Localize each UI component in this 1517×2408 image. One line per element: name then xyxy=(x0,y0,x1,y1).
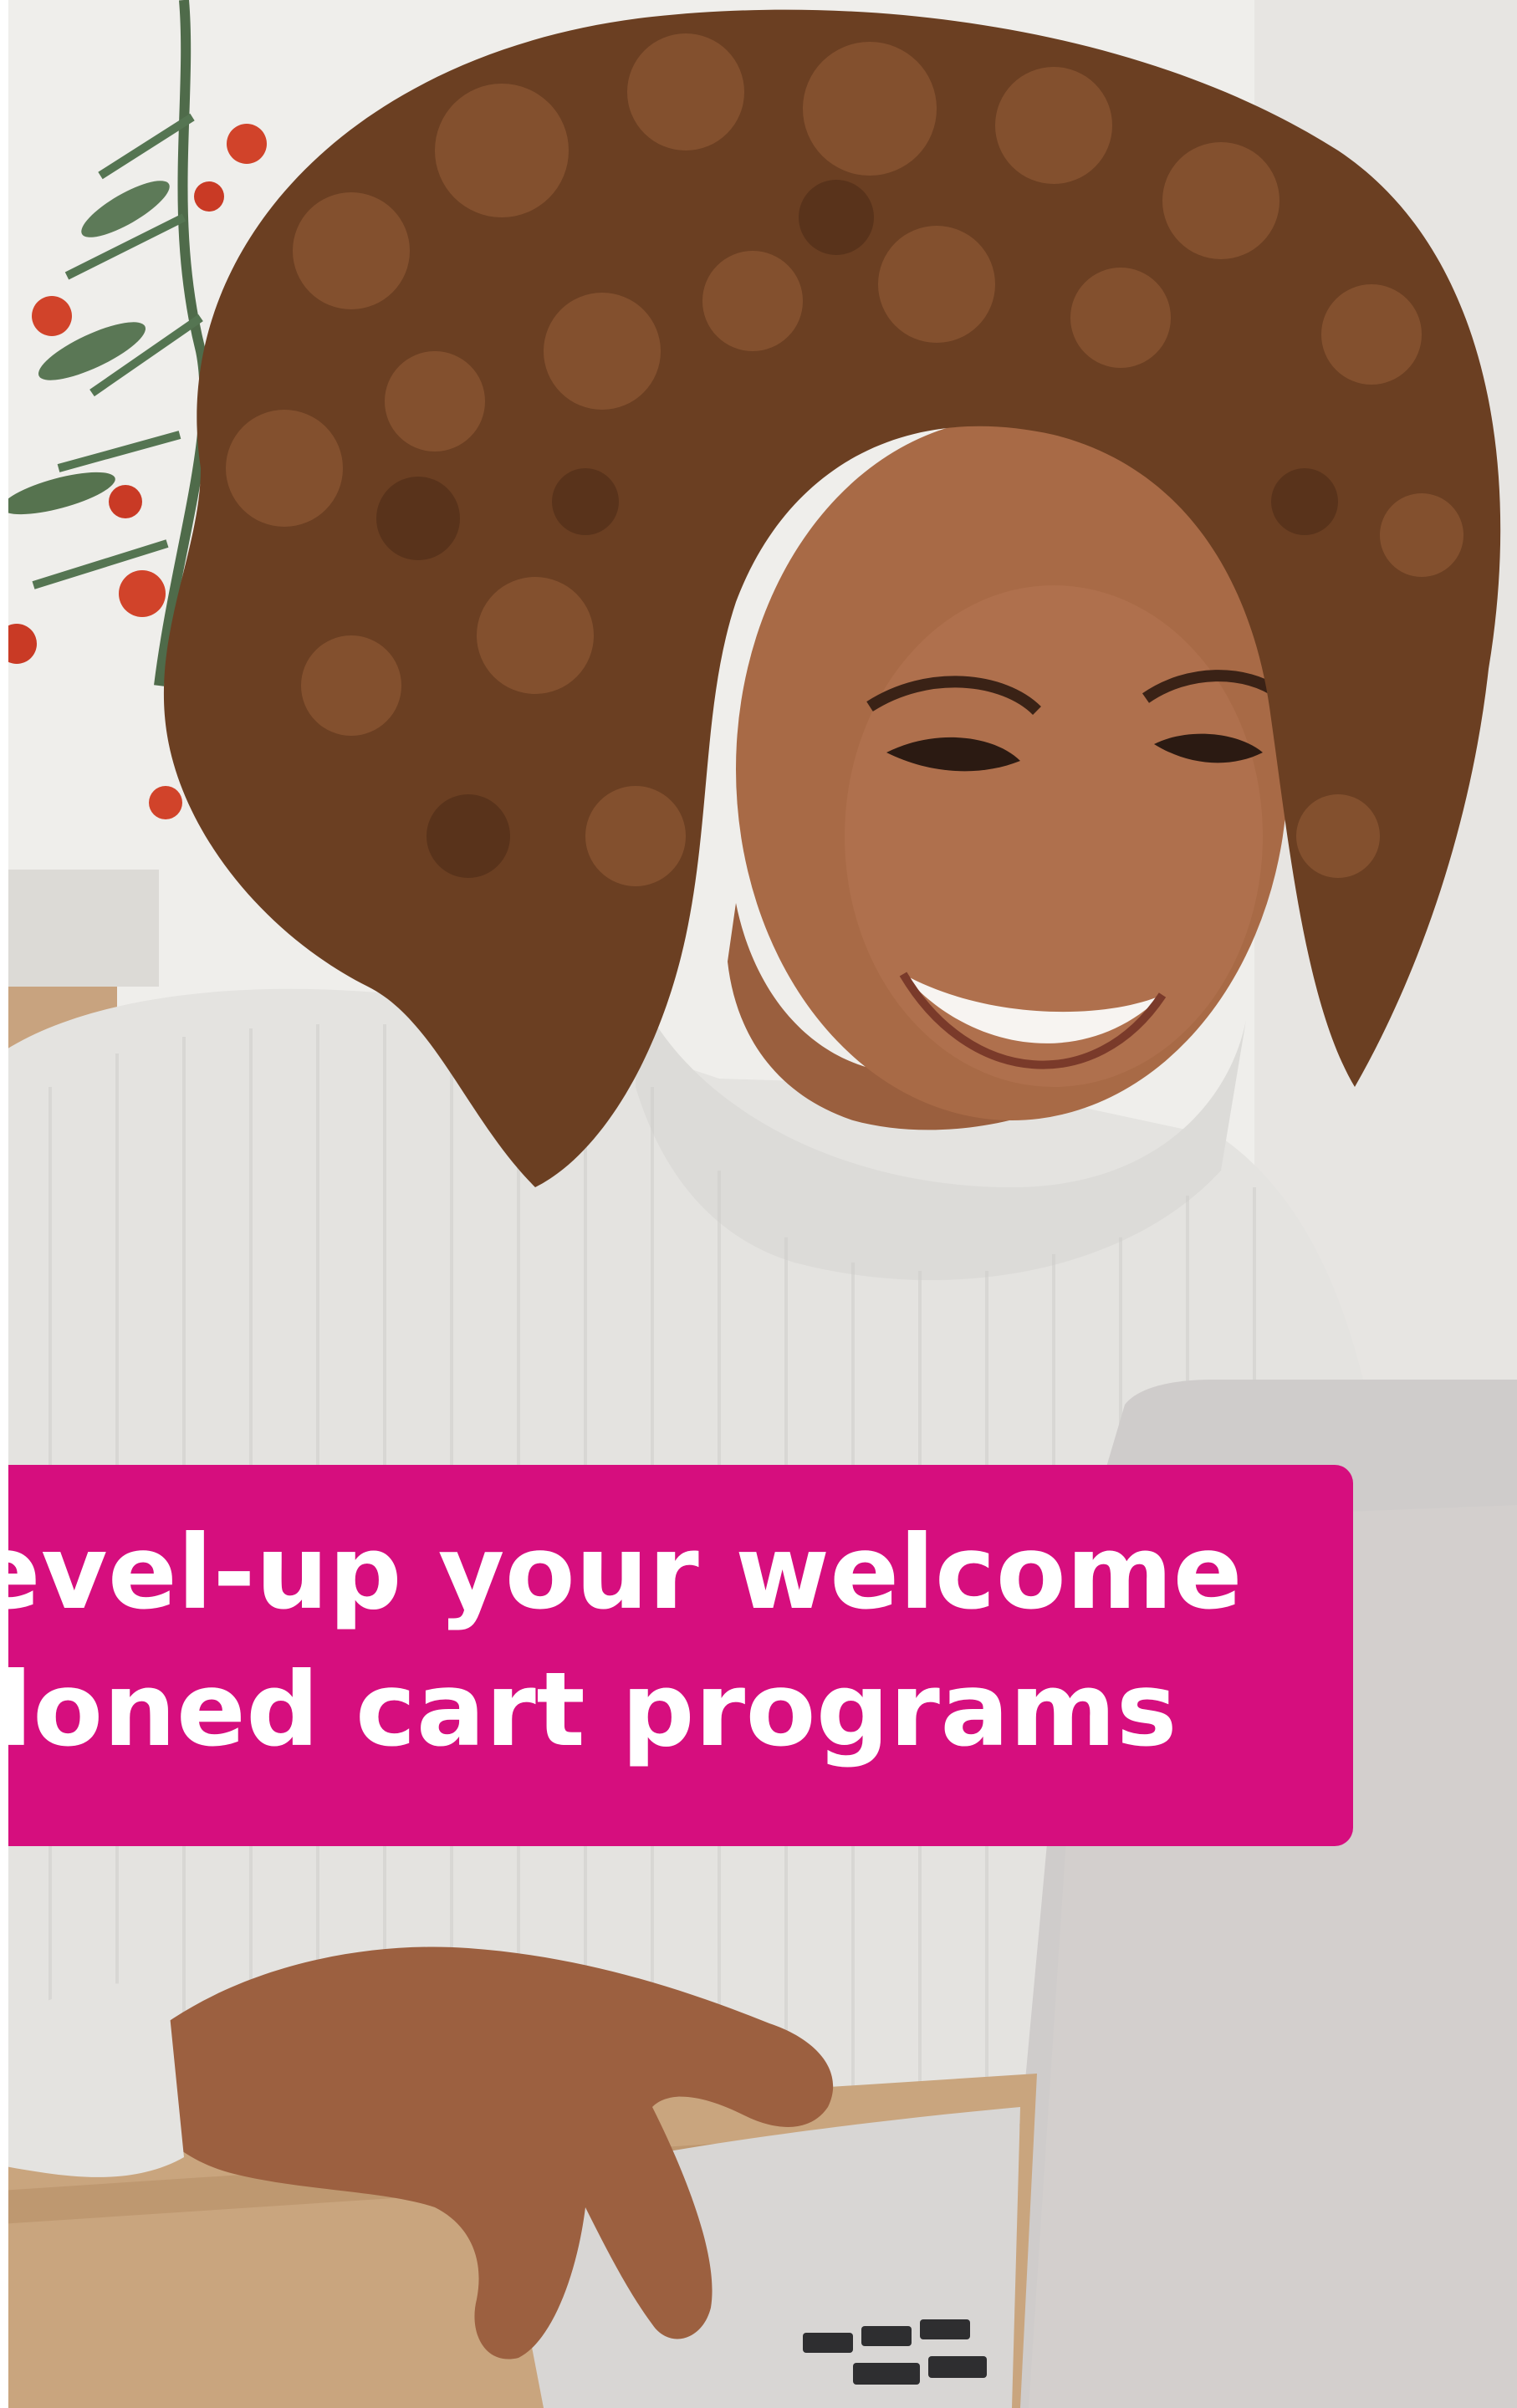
hero-photo xyxy=(0,0,1517,2408)
left-edge-strip xyxy=(0,0,8,2408)
headline-banner: level-up your welcome ndoned cart progra… xyxy=(0,1465,1353,1846)
headline-line-2: ndoned cart programs xyxy=(0,1650,1177,1769)
hero-image-canvas: level-up your welcome ndoned cart progra… xyxy=(0,0,1517,2408)
headline-line-1: level-up your welcome xyxy=(0,1513,1243,1632)
